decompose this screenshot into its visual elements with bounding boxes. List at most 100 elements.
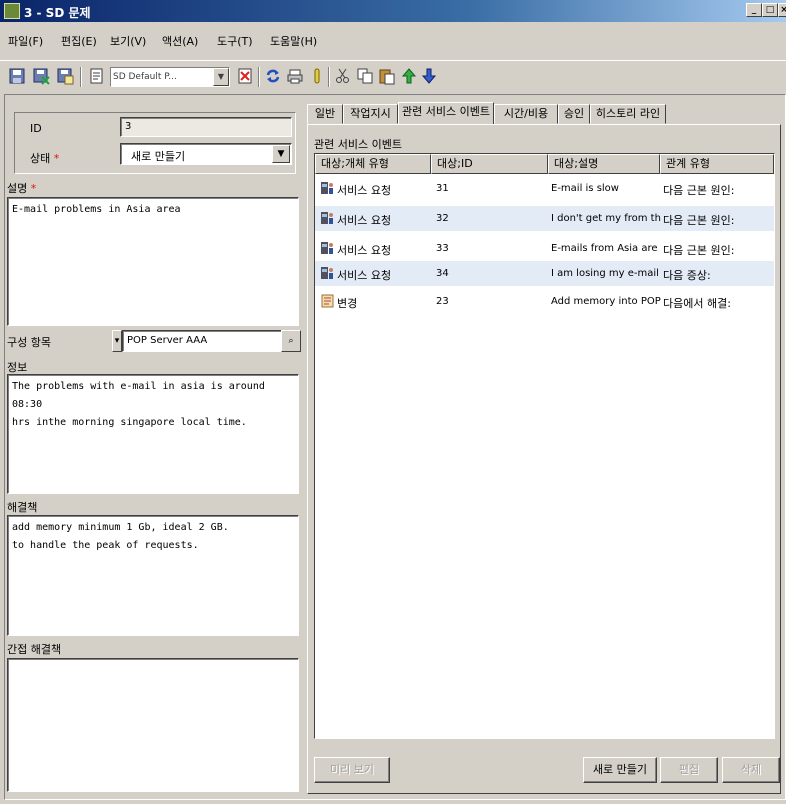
section-title: 관련 서비스 이벤트 — [314, 138, 402, 151]
app-icon — [4, 3, 20, 19]
config-item-label: 구성 항목 — [7, 336, 51, 349]
tab-approval[interactable]: 승인 — [558, 104, 590, 124]
attachment-icon[interactable] — [308, 67, 326, 85]
workaround-label: 간접 해결책 — [7, 643, 62, 656]
copy-icon[interactable] — [356, 67, 374, 85]
cell-type: 서비스 요청 — [337, 184, 392, 197]
toolbar-separator — [80, 67, 82, 87]
description-field[interactable]: E-mail problems in Asia area — [7, 197, 299, 326]
title-bar: 3 - SD 문제 _ □ × — [0, 0, 786, 22]
menu-action[interactable]: 액션(A) — [162, 33, 198, 49]
search-icon[interactable]: ⌕ — [281, 330, 301, 352]
cut-icon[interactable] — [334, 67, 352, 85]
table-row[interactable]: 서비스 요청 34 I am losing my e-mail con.. 다음… — [315, 261, 774, 286]
preview-button[interactable]: 미리 보기 — [314, 757, 390, 783]
service-call-icon — [321, 212, 333, 224]
delete-button[interactable]: 삭제 — [722, 757, 780, 783]
menu-tools[interactable]: 도구(T) — [217, 33, 253, 49]
table-row[interactable]: 서비스 요청 33 E-mails from Asia are ve.. 다음 … — [315, 236, 774, 261]
menu-bar: 파일(F) 편집(E) 보기(V) 액션(A) 도구(T) 도움말(H) — [0, 30, 786, 50]
cell-description: E-mails from Asia are ve.. — [551, 243, 661, 254]
tab-work-orders[interactable]: 작업지시 — [343, 104, 398, 124]
required-mark: * — [53, 152, 60, 165]
save-close-icon[interactable] — [32, 67, 50, 85]
maximize-button[interactable]: □ — [762, 3, 778, 17]
status-label-text: 상태 — [30, 152, 51, 165]
column-header-relation[interactable]: 관계 유형 — [660, 154, 774, 174]
related-events-table: 대상;개체 유형 대상;ID 대상;설명 관계 유형 서비스 요청 31 E-m… — [314, 153, 775, 739]
status-label: 상태 * — [30, 150, 59, 166]
id-field: 3 — [120, 117, 292, 137]
config-item-field[interactable]: POP Server AAA — [122, 330, 282, 352]
toolbar: SD Default P... ▼ — [0, 60, 786, 90]
cell-relation: 다음에서 해결: — [663, 297, 731, 310]
table-header: 대상;개체 유형 대상;ID 대상;설명 관계 유형 — [315, 154, 774, 174]
cell-relation: 다음 근본 원인: — [663, 184, 735, 197]
chevron-down-icon[interactable]: ▼ — [272, 145, 290, 163]
print-icon[interactable] — [286, 67, 304, 85]
window-title: 3 - SD 문제 — [24, 6, 91, 20]
cell-type: 서비스 요청 — [337, 214, 392, 227]
cell-relation: 다음 증상: — [663, 269, 711, 282]
column-header-id[interactable]: 대상;ID — [431, 154, 548, 174]
config-item-dropdown-icon[interactable]: ▾ — [112, 330, 122, 352]
cell-id: 23 — [436, 296, 449, 307]
column-header-type[interactable]: 대상;개체 유형 — [315, 154, 431, 174]
id-label: ID — [30, 122, 42, 135]
arrow-down-icon[interactable] — [420, 67, 438, 85]
menu-file[interactable]: 파일(F) — [8, 33, 43, 49]
menu-help[interactable]: 도움말(H) — [270, 33, 317, 49]
column-header-description[interactable]: 대상;설명 — [548, 154, 660, 174]
cell-id: 32 — [436, 213, 449, 224]
tab-general[interactable]: 일반 — [307, 104, 343, 124]
minimize-button[interactable]: _ — [746, 3, 762, 17]
info-field[interactable]: The problems with e-mail in asia is arou… — [7, 374, 299, 494]
solution-label: 해결책 — [7, 501, 38, 514]
cell-description: I am losing my e-mail con.. — [551, 268, 661, 279]
cell-type: 서비스 요청 — [337, 269, 392, 282]
delete-record-icon[interactable] — [236, 67, 254, 85]
toolbar-separator — [258, 67, 260, 87]
workaround-field[interactable] — [7, 658, 299, 792]
service-call-icon — [321, 242, 333, 254]
table-row[interactable]: 변경 23 Add memory into POP se.. 다음에서 해결: — [315, 289, 774, 314]
service-call-icon — [321, 267, 333, 279]
menu-view[interactable]: 보기(V) — [110, 33, 146, 49]
table-row[interactable]: 서비스 요청 32 I don't get my from the m.. 다음… — [315, 206, 774, 231]
info-label: 정보 — [7, 361, 28, 374]
required-mark: * — [30, 182, 37, 195]
config-item-value: POP Server AAA — [127, 335, 208, 346]
template-icon[interactable] — [88, 67, 106, 85]
template-combo-value: SD Default P... — [113, 72, 177, 82]
tab-related-events[interactable]: 관련 서비스 이벤트 — [398, 102, 494, 125]
status-dropdown[interactable]: 새로 만들기 ▼ — [120, 143, 292, 165]
arrow-up-icon[interactable] — [400, 67, 418, 85]
cell-description: I don't get my from the m.. — [551, 213, 661, 224]
refresh-icon[interactable] — [264, 67, 282, 85]
edit-button[interactable]: 편집 — [660, 757, 718, 783]
tab-history[interactable]: 히스토리 라인 — [590, 104, 666, 124]
save-icon[interactable] — [8, 67, 26, 85]
description-label-text: 설명 — [7, 182, 28, 195]
tab-time-cost[interactable]: 시간/비용 — [494, 104, 558, 124]
cell-id: 34 — [436, 268, 449, 279]
paste-icon[interactable] — [378, 67, 396, 85]
change-icon — [321, 294, 334, 308]
cell-type: 서비스 요청 — [337, 244, 392, 257]
menu-edit[interactable]: 편집(E) — [61, 33, 97, 49]
cell-id: 33 — [436, 243, 449, 254]
chevron-down-icon[interactable]: ▼ — [213, 68, 229, 86]
template-combo[interactable]: SD Default P... ▼ — [110, 67, 230, 87]
cell-id: 31 — [436, 183, 449, 194]
description-label: 설명 * — [7, 180, 36, 196]
save-new-icon[interactable] — [56, 67, 74, 85]
id-value: 3 — [125, 121, 132, 132]
cell-type: 변경 — [337, 297, 358, 310]
service-call-icon — [321, 182, 333, 194]
toolbar-separator — [328, 67, 330, 87]
solution-field[interactable]: add memory minimum 1 Gb, ideal 2 GB. to … — [7, 515, 299, 636]
cell-relation: 다음 근본 원인: — [663, 244, 735, 257]
table-row[interactable]: 서비스 요청 31 E-mail is slow 다음 근본 원인: — [315, 176, 774, 201]
new-button[interactable]: 새로 만들기 — [583, 757, 657, 783]
close-button[interactable]: × — [778, 3, 786, 17]
